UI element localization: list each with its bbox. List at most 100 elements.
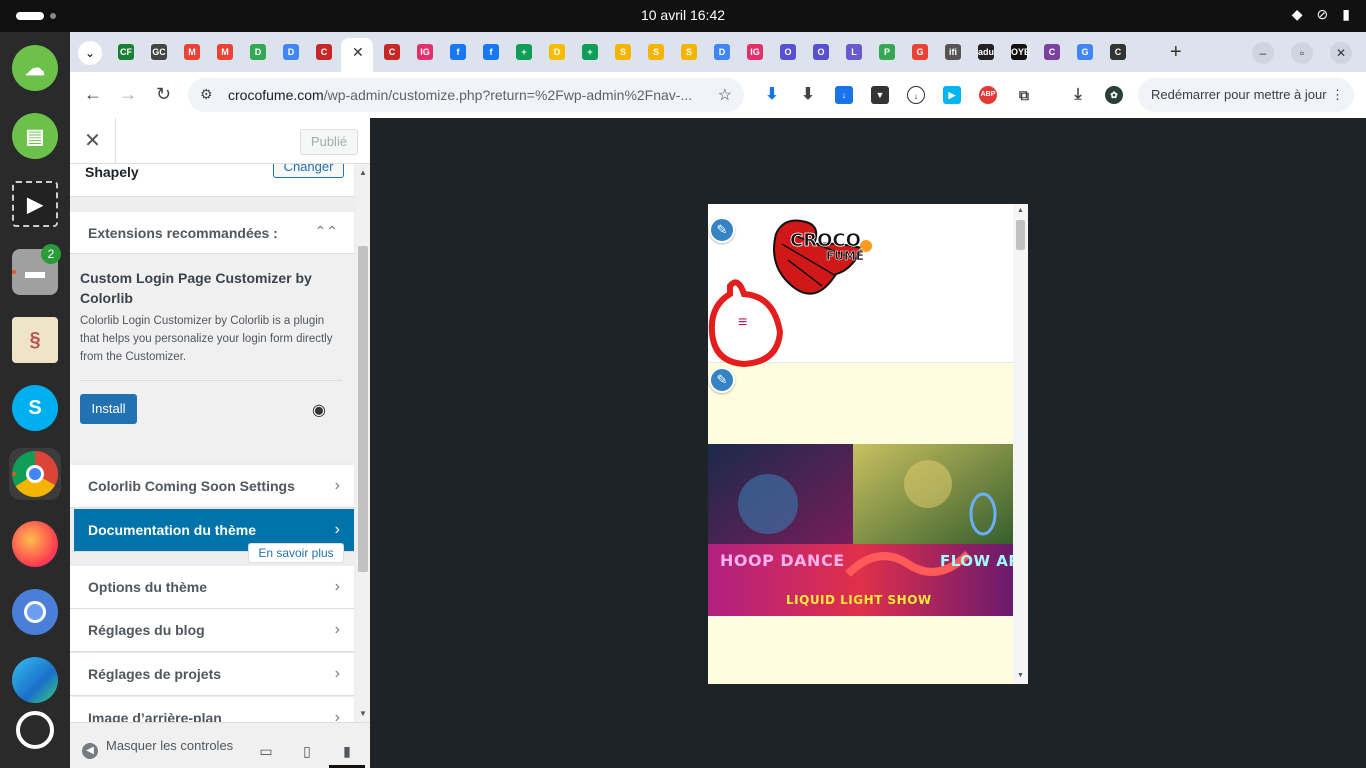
dock-video-editor[interactable]: ▶ xyxy=(9,178,61,230)
tab-search-button[interactable]: ⌄ xyxy=(78,41,102,65)
dock-chromium[interactable] xyxy=(9,586,61,638)
extensions-puzzle-icon[interactable]: ⧉ xyxy=(1015,86,1033,104)
download-arrow-icon[interactable]: ⬇ xyxy=(799,86,817,104)
desktop-preview-icon[interactable]: ▭ xyxy=(248,733,284,768)
close-tab-icon[interactable]: ✕ xyxy=(352,44,364,61)
tab-favicon[interactable]: GC xyxy=(151,44,167,60)
menu-dots-icon[interactable]: ⋮ xyxy=(1331,78,1344,112)
publish-button[interactable]: Publié xyxy=(300,129,358,155)
address-bar[interactable]: ⚙ crocofume.com/wp-admin/customize.php?r… xyxy=(188,78,744,112)
preview-scrollbar[interactable]: ▲ ▼ xyxy=(1013,204,1028,684)
section-colorlib-coming-soon[interactable]: Colorlib Coming Soon Settings › xyxy=(70,465,354,508)
dock-skype[interactable]: S xyxy=(9,382,61,434)
close-window-button[interactable]: ✕ xyxy=(1330,42,1352,64)
tab-favicon[interactable]: + xyxy=(516,44,532,60)
system-tray[interactable]: ◆ ⊘ ▮ xyxy=(1292,6,1350,23)
tab-favicon[interactable]: C xyxy=(384,44,400,60)
tab-favicon[interactable]: S xyxy=(681,44,697,60)
tab-favicon[interactable]: + xyxy=(582,44,598,60)
section-background-image[interactable]: Image d’arrière-plan › xyxy=(70,697,354,722)
circle-download-icon[interactable]: ↓ xyxy=(907,86,925,104)
tab-favicon[interactable]: M xyxy=(184,44,200,60)
recommended-extensions-header[interactable]: Extensions recommandées : ⌃⌃ xyxy=(70,212,354,254)
tab-favicon[interactable]: C xyxy=(1110,44,1126,60)
tab-favicon[interactable]: O xyxy=(813,44,829,60)
scroll-down-icon[interactable]: ▼ xyxy=(359,709,367,718)
change-theme-button[interactable]: Changer xyxy=(273,164,344,178)
reload-button[interactable]: ↻ xyxy=(156,84,171,105)
banner-flow-arts: FLOW ARTS xyxy=(940,552,1013,570)
tab-favicon[interactable]: G xyxy=(912,44,928,60)
section-project-settings[interactable]: Réglages de projets › xyxy=(70,653,354,696)
dock-nextcloud[interactable]: ☁ xyxy=(9,42,61,94)
dock-edge[interactable] xyxy=(9,654,61,706)
tab-favicon[interactable]: f xyxy=(483,44,499,60)
downloader-ext-icon[interactable]: ↓ xyxy=(835,86,853,104)
tab-favicon[interactable]: OYE xyxy=(1011,44,1030,60)
active-tab[interactable]: ✕ xyxy=(341,38,373,72)
tab-favicon[interactable]: G xyxy=(1077,44,1093,60)
tab-favicon[interactable]: S xyxy=(648,44,664,60)
tab-favicon[interactable]: ifi xyxy=(945,44,961,60)
tab-favicon[interactable]: D xyxy=(250,44,266,60)
section-blog-settings[interactable]: Réglages du blog › xyxy=(70,609,354,652)
tab-favicon[interactable]: IG xyxy=(417,44,433,60)
install-button[interactable]: Install xyxy=(80,394,137,424)
save-ext-icon[interactable]: ▼ xyxy=(871,86,889,104)
edit-banner-pencil-icon[interactable]: ✎ xyxy=(709,367,735,393)
tab-favicon[interactable]: IG xyxy=(747,44,763,60)
mobile-preview-icon[interactable]: ▮ xyxy=(329,733,365,768)
eye-icon[interactable]: ◉ xyxy=(312,400,326,420)
tab-favicon[interactable]: P xyxy=(879,44,895,60)
tab-favicon[interactable]: D xyxy=(714,44,730,60)
url-text[interactable]: crocofume.com/wp-admin/customize.php?ret… xyxy=(228,87,698,103)
tab-favicon[interactable]: CF xyxy=(118,44,134,60)
learn-more-button[interactable]: En savoir plus xyxy=(248,543,344,563)
clock[interactable]: 10 avril 16:42 xyxy=(0,7,1366,23)
hide-controls-button[interactable]: ◀ Masquer les controles xyxy=(82,738,233,759)
new-tab-button[interactable]: + xyxy=(1170,41,1182,64)
hamburger-menu-icon[interactable]: ≡ xyxy=(738,314,747,332)
dock-script-editor[interactable]: § xyxy=(9,314,61,366)
tab-favicon[interactable]: L xyxy=(846,44,862,60)
dock-show-apps[interactable] xyxy=(9,704,61,756)
dock-firefox[interactable] xyxy=(9,518,61,570)
dock-cloud-drive[interactable]: ▤ xyxy=(9,110,61,162)
tablet-preview-icon[interactable]: ▯ xyxy=(289,733,325,768)
tab-favicon[interactable]: C xyxy=(1044,44,1060,60)
dock-chrome[interactable] xyxy=(9,448,61,500)
forward-button[interactable]: → xyxy=(119,84,137,105)
tab-favicon[interactable]: D xyxy=(549,44,565,60)
profile-avatar-icon[interactable]: ✿ xyxy=(1105,86,1123,104)
tab-favicon[interactable]: S xyxy=(615,44,631,60)
close-customizer-icon[interactable]: ✕ xyxy=(70,118,116,164)
tab-favicon[interactable]: adu xyxy=(978,44,994,60)
chevron-up-icon[interactable]: ⌃⌃ xyxy=(315,223,338,240)
bookmark-star-icon[interactable]: ☆ xyxy=(718,85,732,105)
edit-logo-pencil-icon[interactable]: ✎ xyxy=(709,217,735,243)
restart-update-button[interactable]: Redémarrer pour mettre à jour ⋮ xyxy=(1138,78,1354,112)
site-info-icon[interactable]: ⚙ xyxy=(200,86,213,103)
tab-favicon[interactable]: D xyxy=(283,44,299,60)
minimize-button[interactable]: – xyxy=(1252,42,1274,64)
scroll-up-icon[interactable]: ▲ xyxy=(359,168,367,177)
screen-recorder-icon[interactable]: ▶ xyxy=(943,86,961,104)
maximize-button[interactable]: ▫ xyxy=(1291,42,1313,64)
adblock-icon[interactable]: ABP xyxy=(979,86,997,104)
panel-scrollbar[interactable]: ▲ ▼ xyxy=(356,164,370,722)
mobile-preview-frame[interactable]: CROCO FUMÉ ≡ ✎ ✎ HOOP DANCE FLOW A LIQUI… xyxy=(708,204,1028,684)
section-theme-options[interactable]: Options du thème › xyxy=(70,566,354,609)
scroll-thumb[interactable] xyxy=(1016,220,1025,250)
scroll-thumb[interactable] xyxy=(358,246,368,572)
download-arrow-blue-icon[interactable]: ⬇ xyxy=(763,86,781,104)
tab-favicon[interactable]: O xyxy=(780,44,796,60)
downloads-icon[interactable]: ⤓ xyxy=(1069,86,1087,104)
scroll-up-icon[interactable]: ▲ xyxy=(1017,207,1024,214)
tab-favicon[interactable]: C xyxy=(316,44,332,60)
section-theme-documentation[interactable]: Documentation du thème › En savoir plus xyxy=(74,509,354,563)
scroll-down-icon[interactable]: ▼ xyxy=(1017,672,1024,679)
tab-favicon[interactable]: f xyxy=(450,44,466,60)
tab-favicon[interactable]: M xyxy=(217,44,233,60)
back-button[interactable]: ← xyxy=(84,84,102,105)
dock-files[interactable]: ▬ 2 xyxy=(9,244,61,298)
